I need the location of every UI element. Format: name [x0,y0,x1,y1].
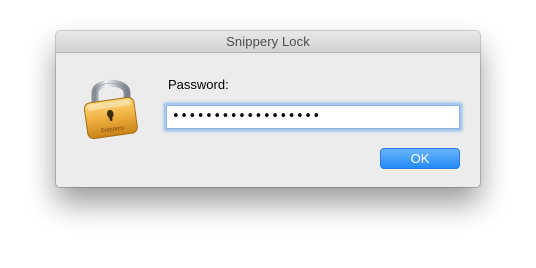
window-title: Snippery Lock [226,34,310,49]
desktop-background: Snippery Lock Snippery Password: •••••••… [0,0,536,268]
ok-button[interactable]: OK [380,148,460,169]
padlock-icon: Snippery [83,79,138,140]
password-input[interactable]: •••••••••••••••••• [166,105,460,129]
snippery-lock-dialog: Snippery Lock Snippery Password: •••••••… [56,31,480,187]
window-titlebar[interactable]: Snippery Lock [56,31,480,53]
password-label: Password: [168,77,229,92]
